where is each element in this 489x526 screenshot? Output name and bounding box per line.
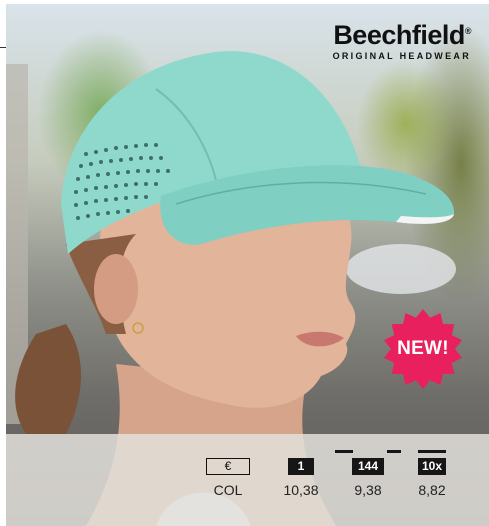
product-photo-frame: Beechfield® ORIGINAL HEADWEAR NEW! € COL… [6, 4, 489, 526]
brand-name: Beechfield® [333, 20, 472, 50]
new-badge: NEW! [382, 308, 464, 390]
quantity-header: 10x [418, 458, 446, 475]
header-rule [387, 450, 401, 453]
quantity-header: 144 [352, 458, 384, 475]
brand-tagline: ORIGINAL HEADWEAR [332, 51, 471, 61]
new-badge-label: NEW! [397, 338, 449, 359]
ear [94, 254, 138, 324]
price-value: 9,38 [354, 482, 382, 498]
price-value: COL [213, 482, 243, 498]
header-rule [418, 450, 446, 453]
price-value: 8,82 [418, 482, 446, 498]
price-value: 10,38 [283, 482, 319, 498]
price-column-currency: € COL [198, 458, 258, 498]
background-car [346, 244, 456, 294]
price-column-10x: 10x 8,82 [402, 450, 462, 498]
header-rule [335, 450, 353, 453]
brand-logo: Beechfield® ORIGINAL HEADWEAR [332, 20, 472, 62]
trademark-symbol: ® [464, 26, 472, 36]
price-column-qty-1: 1 10,38 [271, 458, 331, 498]
price-column-qty-144: 144 9,38 [335, 450, 401, 498]
quantity-header: 1 [288, 458, 314, 475]
price-table: € COL 1 10,38 144 9,38 10x 8,82 [6, 434, 489, 526]
currency-header: € [206, 458, 250, 475]
